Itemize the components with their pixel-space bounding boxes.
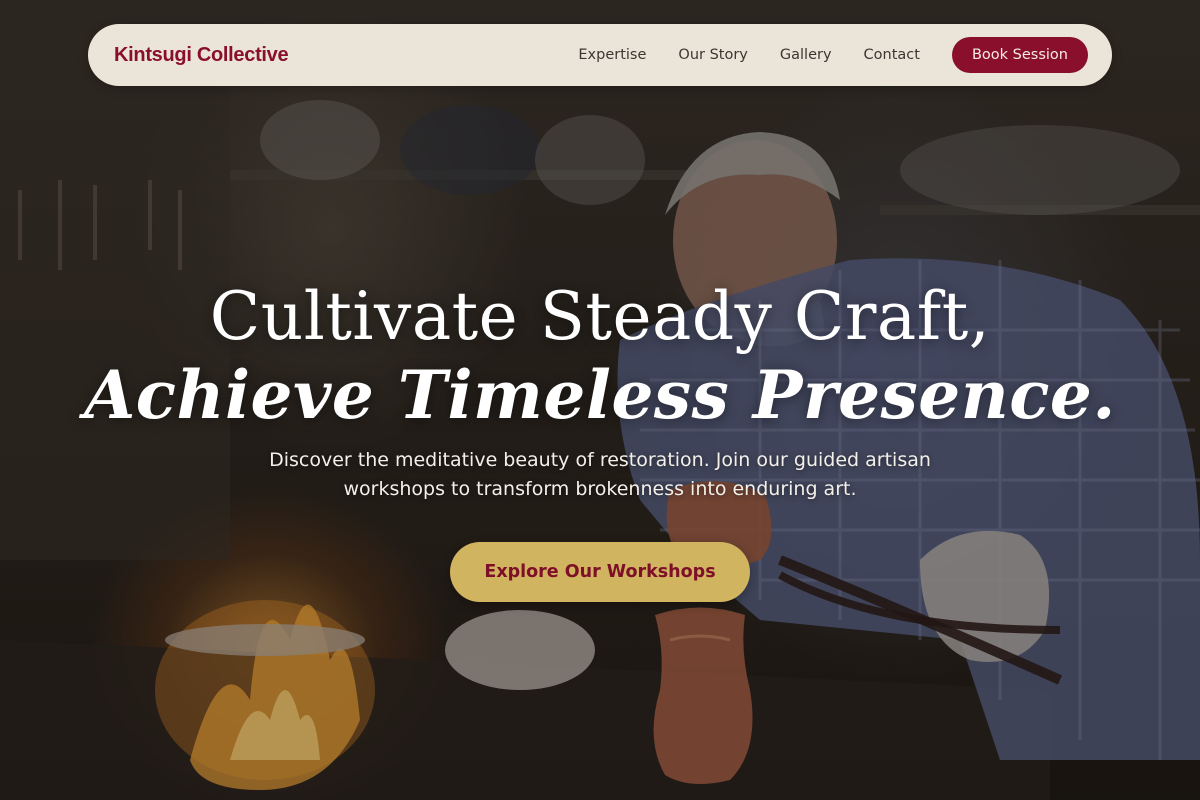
- nav-link-gallery[interactable]: Gallery: [780, 47, 832, 63]
- hero-title: Cultivate Steady Craft, Achieve Timeless…: [0, 278, 1200, 434]
- book-session-button[interactable]: Book Session: [951, 37, 1088, 73]
- nav-link-contact[interactable]: Contact: [864, 47, 920, 63]
- nav-links: Expertise Our Story Gallery Contact Book…: [578, 37, 1088, 73]
- hero-title-line-2: Achieve Timeless Presence.: [84, 356, 1116, 434]
- explore-workshops-button[interactable]: Explore Our Workshops: [450, 542, 750, 602]
- nav-link-expertise[interactable]: Expertise: [578, 47, 646, 63]
- brand-logo[interactable]: Kintsugi Collective: [114, 44, 289, 67]
- hero-subtitle: Discover the meditative beauty of restor…: [269, 449, 931, 500]
- top-navbar: Kintsugi Collective Expertise Our Story …: [88, 24, 1112, 86]
- hero-title-line-1: Cultivate Steady Craft,: [209, 278, 991, 355]
- nav-link-our-story[interactable]: Our Story: [678, 47, 747, 63]
